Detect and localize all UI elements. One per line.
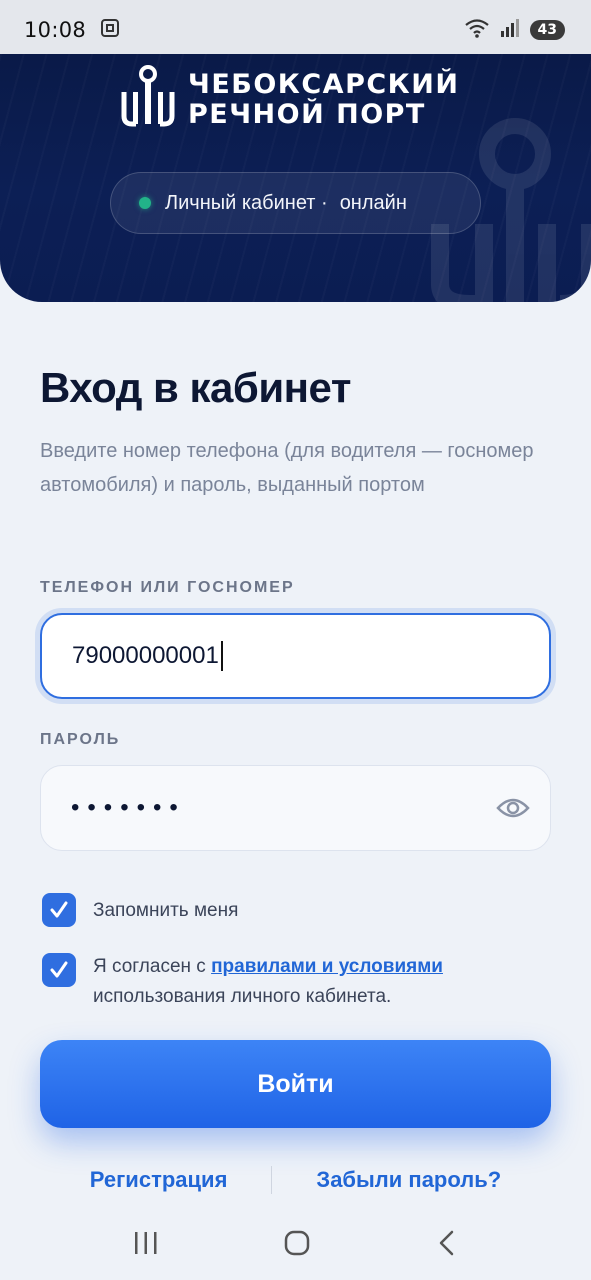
page-title: Вход в кабинет xyxy=(40,364,351,411)
status-bar: 10:08 43 xyxy=(0,0,591,60)
terms-link[interactable]: правилами и условиями xyxy=(211,956,443,977)
battery-icon: 43 xyxy=(529,20,565,40)
page-subtitle: Введите номер телефона (для водителя — г… xyxy=(40,440,534,496)
online-status-pill: Личный кабинет · онлайн xyxy=(110,172,481,234)
register-link[interactable]: Регистрация xyxy=(90,1167,228,1193)
password-input[interactable]: ••••••• xyxy=(40,765,551,851)
logo-line2: РЕЧНОЙ ПОРТ xyxy=(188,98,426,130)
home-icon[interactable] xyxy=(283,1229,311,1262)
recent-apps-icon[interactable] xyxy=(132,1230,160,1261)
check-icon xyxy=(50,961,68,978)
phone-input[interactable]: 79000000001 xyxy=(40,613,551,699)
header: ЧЕБОКСАРСКИЙ РЕЧНОЙ ПОРТ Личный кабинет … xyxy=(0,54,591,302)
password-label: ПАРОЛЬ xyxy=(40,731,121,748)
check-icon xyxy=(50,901,68,918)
logo-line1: ЧЕБОКСАРСКИЙ xyxy=(188,68,460,100)
agree-prefix: Я согласен с xyxy=(93,956,212,977)
login-button[interactable]: Войти xyxy=(40,1040,551,1128)
agree-label: Я согласен с правилами и условиями испол… xyxy=(93,952,513,1012)
online-dot-icon xyxy=(139,197,151,209)
phone-value: 79000000001 xyxy=(72,642,219,669)
remember-checkbox[interactable] xyxy=(42,893,76,927)
eye-icon[interactable] xyxy=(496,794,530,829)
text-caret xyxy=(220,641,223,671)
remember-label: Запомнить меня xyxy=(93,900,239,921)
system-nav-bar xyxy=(0,1210,591,1280)
status-left: 10:08 xyxy=(24,18,120,42)
forgot-password-link[interactable]: Забыли пароль? xyxy=(316,1167,501,1193)
back-icon[interactable] xyxy=(435,1229,459,1262)
pill-status: онлайн xyxy=(339,191,407,214)
anchor-logo-icon xyxy=(120,64,176,135)
logo: ЧЕБОКСАРСКИЙ РЕЧНОЙ ПОРТ xyxy=(120,64,459,135)
divider xyxy=(271,1166,273,1194)
agree-checkbox[interactable] xyxy=(42,953,76,987)
status-time: 10:08 xyxy=(24,18,87,42)
agree-suffix: использования личного кабинета. xyxy=(93,986,392,1007)
password-value: ••••••• xyxy=(71,794,186,821)
bottom-links: Регистрация Забыли пароль? xyxy=(40,1162,551,1198)
screenshot-icon xyxy=(100,18,120,42)
signal-icon xyxy=(500,18,520,42)
phone-label: ТЕЛЕФОН ИЛИ ГОСНОМЕР xyxy=(40,579,295,596)
pill-label: Личный кабинет · xyxy=(165,191,328,214)
logo-text: ЧЕБОКСАРСКИЙ РЕЧНОЙ ПОРТ xyxy=(188,68,460,130)
wifi-icon xyxy=(464,17,490,43)
status-right: 43 xyxy=(464,17,565,43)
